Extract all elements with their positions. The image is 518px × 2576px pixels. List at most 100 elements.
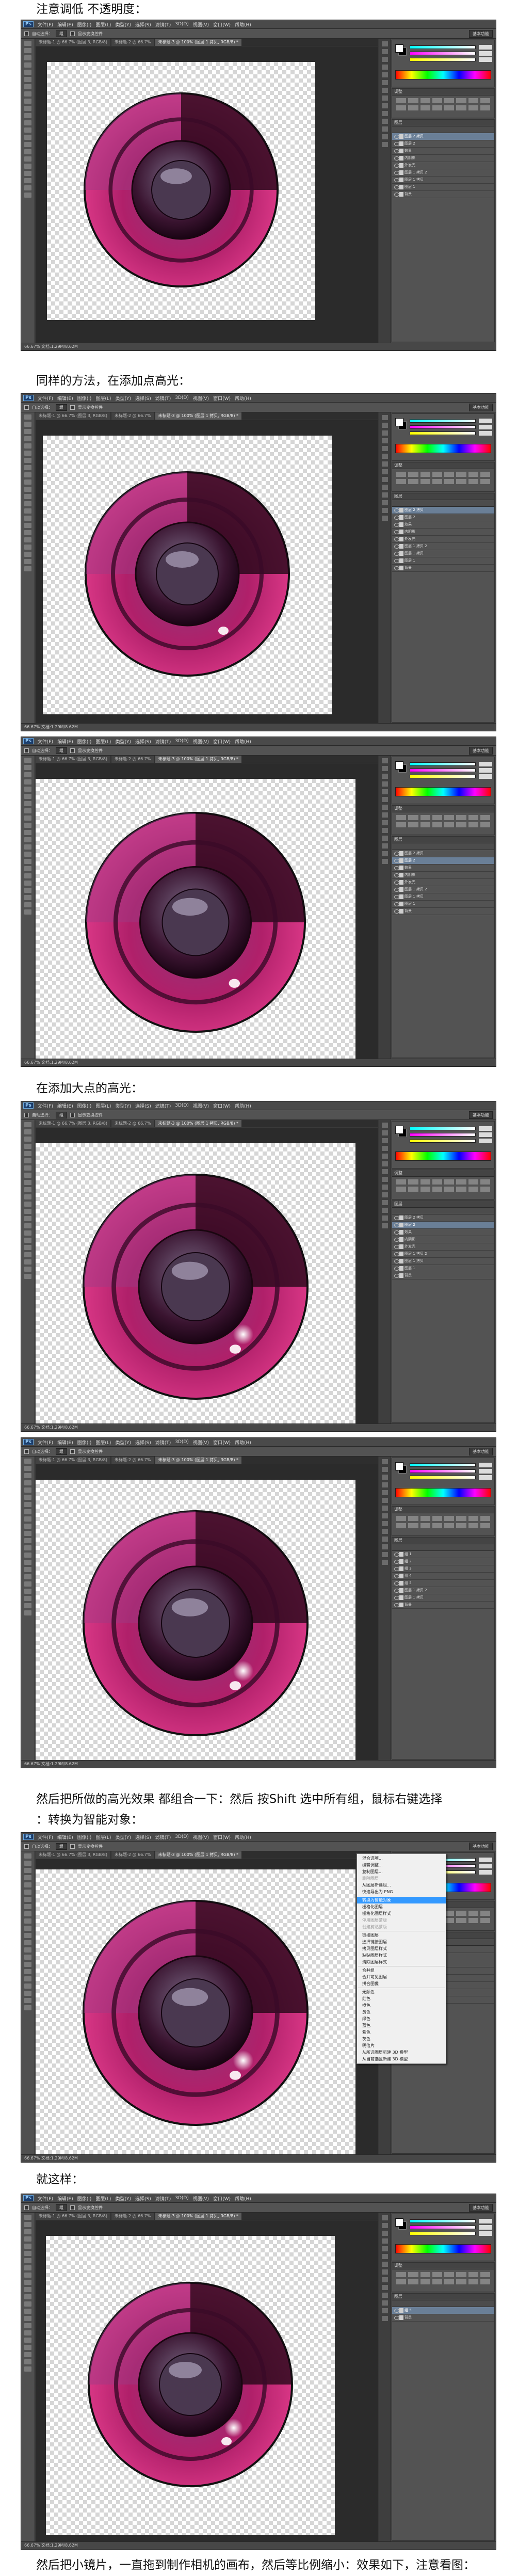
tool-icon[interactable]	[24, 1209, 31, 1214]
adjustment-icon[interactable]	[480, 1179, 490, 1185]
tool-icon[interactable]	[24, 1245, 31, 1250]
adjustment-icon[interactable]	[468, 1179, 478, 1185]
color-slider-b[interactable]	[410, 2232, 476, 2235]
document-tab[interactable]: 未标题-2 @ 66.7%	[111, 1851, 154, 1859]
menu-item[interactable]: 编辑(E)	[57, 1834, 73, 1841]
menu-item[interactable]: 类型(Y)	[115, 1439, 131, 1446]
layer-row[interactable]: 外发光	[392, 536, 494, 543]
tool-icon[interactable]	[24, 2265, 31, 2270]
tool-icon[interactable]	[24, 178, 31, 183]
tool-icon[interactable]	[24, 1983, 31, 1989]
panel-icon[interactable]	[382, 454, 388, 459]
panel-icon[interactable]	[382, 2231, 388, 2236]
menu-item[interactable]: 帮助(H)	[235, 1102, 251, 1109]
menu-item[interactable]: 图层(L)	[95, 1102, 111, 1109]
tool-icon[interactable]	[24, 1122, 31, 1127]
context-menu-item[interactable]: 拷贝图层样式	[357, 1945, 446, 1952]
panel-icon[interactable]	[382, 2316, 388, 2321]
adjustment-icon[interactable]	[456, 1911, 466, 1916]
tool-icon[interactable]	[24, 62, 31, 68]
layer-row[interactable]: 内阴影	[392, 155, 494, 162]
context-menu-item[interactable]: 明信片	[357, 2042, 446, 2049]
canvas-area[interactable]	[36, 420, 378, 724]
tool-icon[interactable]	[24, 909, 31, 915]
color-spectrum[interactable]	[395, 1151, 491, 1161]
auto-select-checkbox[interactable]	[24, 1112, 29, 1117]
tool-icon[interactable]	[24, 1216, 31, 1221]
menu-item[interactable]: 图像(I)	[77, 21, 92, 28]
eye-icon[interactable]	[394, 1596, 399, 1600]
show-transform-checkbox[interactable]	[70, 2205, 75, 2210]
menu-item[interactable]: 编辑(E)	[57, 738, 73, 745]
adjustment-icon[interactable]	[444, 815, 455, 820]
tool-icon[interactable]	[24, 801, 31, 806]
adjustment-icon[interactable]	[408, 105, 418, 110]
auto-select-dropdown[interactable]: 组	[56, 1111, 67, 1118]
panel-icon[interactable]	[382, 119, 388, 124]
panel-icon[interactable]	[382, 72, 388, 77]
eye-icon[interactable]	[394, 902, 399, 906]
panel-icon[interactable]	[382, 95, 388, 101]
tool-icon[interactable]	[24, 55, 31, 60]
tool-icon[interactable]	[24, 193, 31, 198]
adjustment-icon[interactable]	[444, 1523, 455, 1528]
auto-select-checkbox[interactable]	[24, 748, 29, 753]
tool-icon[interactable]	[24, 1509, 31, 1514]
layer-row[interactable]: 图层 2	[392, 1222, 494, 1229]
panel-icon[interactable]	[382, 516, 388, 521]
tool-icon[interactable]	[24, 881, 31, 886]
context-menu-item[interactable]: 从当前选区新建 3D 模型	[357, 2056, 446, 2062]
document-tab[interactable]: 未标题-2 @ 66.7%	[111, 1120, 154, 1127]
adjustment-icon[interactable]	[408, 1179, 418, 1185]
panel-icon[interactable]	[382, 1482, 388, 1487]
panel-icon[interactable]	[382, 1161, 388, 1166]
eye-icon[interactable]	[394, 1245, 399, 1249]
workspace-dropdown[interactable]: 基本功能	[469, 1448, 493, 1455]
layer-row[interactable]: 背景	[392, 1602, 494, 1609]
panel-icon[interactable]	[382, 2269, 388, 2275]
adjustment-icon[interactable]	[480, 472, 490, 477]
menu-item[interactable]: 视图(V)	[193, 1834, 209, 1841]
panel-icon[interactable]	[382, 774, 388, 779]
adjustment-icon[interactable]	[480, 1516, 490, 1521]
adjustment-icon[interactable]	[456, 815, 466, 820]
tool-icon[interactable]	[24, 530, 31, 535]
tool-icon[interactable]	[24, 113, 31, 118]
adjustment-icon[interactable]	[468, 2279, 478, 2284]
color-slider-r[interactable]	[410, 45, 476, 49]
eye-icon[interactable]	[394, 171, 399, 175]
panel-icon[interactable]	[382, 2308, 388, 2313]
tool-icon[interactable]	[24, 1998, 31, 2003]
eye-icon[interactable]	[394, 508, 399, 513]
document-tab[interactable]: 未标题-1 @ 66.7% (图层 3, RGB/8)	[36, 412, 111, 420]
document-tab[interactable]: 未标题-3 @ 100% (图层 1 拷贝, RGB/8) *	[155, 1851, 242, 1859]
menu-item[interactable]: 图像(I)	[77, 1102, 92, 1109]
menu-item[interactable]: 编辑(E)	[57, 1439, 73, 1446]
document-tab[interactable]: 未标题-1 @ 66.7% (图层 3, RGB/8)	[36, 756, 111, 763]
context-menu-item[interactable]: 停用图层蒙版	[357, 1917, 446, 1924]
eye-icon[interactable]	[394, 1238, 399, 1242]
tool-icon[interactable]	[24, 451, 31, 456]
eye-icon[interactable]	[394, 537, 399, 541]
foreground-color-swatch[interactable]	[395, 1462, 403, 1470]
panel-icon[interactable]	[382, 1490, 388, 1495]
tool-icon[interactable]	[24, 523, 31, 528]
document-canvas[interactable]	[47, 62, 315, 320]
context-menu-item[interactable]: 黄色	[357, 2009, 446, 2015]
tool-icon[interactable]	[24, 429, 31, 434]
adjustment-icon[interactable]	[456, 98, 466, 103]
panel-icon[interactable]	[382, 1154, 388, 1159]
auto-select-dropdown[interactable]: 组	[56, 2204, 67, 2211]
auto-select-checkbox[interactable]	[24, 1449, 29, 1454]
document-tab[interactable]: 未标题-2 @ 66.7%	[111, 756, 154, 763]
tool-icon[interactable]	[24, 787, 31, 792]
tool-icon[interactable]	[24, 1538, 31, 1543]
layer-row[interactable]: 图层 1 拷贝 2	[392, 1251, 494, 1258]
tool-icon[interactable]	[24, 443, 31, 449]
adjustment-icon[interactable]	[408, 2279, 418, 2284]
auto-select-checkbox[interactable]	[24, 31, 29, 36]
menu-item[interactable]: 视图(V)	[193, 21, 209, 28]
tool-icon[interactable]	[24, 2229, 31, 2234]
layer-row[interactable]: 图层 1 拷贝	[392, 1258, 494, 1265]
color-value-r[interactable]	[479, 1126, 492, 1131]
